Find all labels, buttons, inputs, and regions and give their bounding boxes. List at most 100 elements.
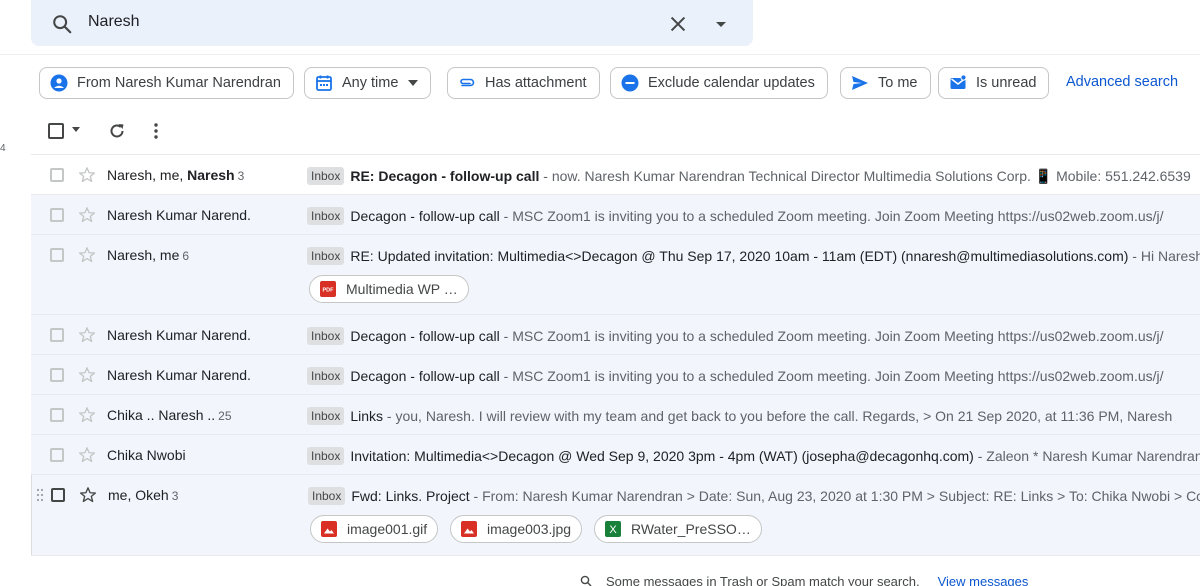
header-divider bbox=[0, 54, 1200, 55]
calendar-icon bbox=[316, 75, 332, 91]
attachment-chip[interactable]: image001.gif bbox=[310, 515, 439, 543]
search-input[interactable]: Naresh bbox=[88, 13, 140, 31]
row-checkbox[interactable] bbox=[50, 408, 64, 422]
message-row[interactable]: Chika .. Naresh .. 25 Inbox Links - you, N… bbox=[31, 394, 1200, 434]
inbox-label-badge[interactable]: Inbox bbox=[307, 407, 345, 425]
row-subject: Links bbox=[350, 408, 384, 424]
row-subject: Decagon - follow-up call bbox=[350, 208, 500, 224]
row-checkbox[interactable] bbox=[50, 328, 64, 342]
search-icon[interactable] bbox=[51, 13, 73, 35]
row-sender: Naresh Kumar Narend. bbox=[107, 327, 251, 343]
row-checkbox[interactable] bbox=[51, 488, 65, 502]
inbox-label-badge[interactable]: Inbox bbox=[307, 247, 345, 265]
row-summary: Inbox Fwd: Links. Project - From: Naresh … bbox=[308, 487, 1200, 505]
row-checkbox[interactable] bbox=[50, 448, 64, 462]
row-summary: Inbox RE: Decagon - follow-up call - now.… bbox=[307, 167, 1191, 185]
message-row[interactable]: Naresh, me 6 Inbox RE: Updated invitation:… bbox=[31, 234, 1200, 314]
search-bar[interactable]: Naresh bbox=[31, 0, 753, 46]
star-icon[interactable] bbox=[78, 446, 96, 464]
row-checkbox[interactable] bbox=[50, 248, 64, 262]
row-snippet: - you, Naresh. I will review with my tea… bbox=[383, 408, 1173, 424]
row-sender: me, Okeh 3 bbox=[108, 487, 179, 503]
message-row[interactable]: Chika Nwobi Inbox Invitation: Multimedia<… bbox=[31, 434, 1200, 474]
row-sender: Naresh, me 6 bbox=[107, 247, 190, 263]
send-icon bbox=[852, 76, 868, 90]
row-snippet: - MSC Zoom1 is inviting you to a schedul… bbox=[499, 368, 1164, 384]
row-snippet: - Hi Naresh bbox=[1128, 248, 1200, 264]
inbox-label-badge[interactable]: Inbox bbox=[307, 367, 345, 385]
filter-chip-to-me[interactable]: To me bbox=[840, 67, 931, 99]
star-icon[interactable] bbox=[78, 246, 96, 264]
row-sender: Naresh Kumar Narend. bbox=[107, 207, 251, 223]
inbox-label-badge[interactable]: Inbox bbox=[308, 487, 346, 505]
row-checkbox[interactable] bbox=[50, 168, 64, 182]
envelope-icon bbox=[950, 74, 967, 89]
attachment-chip[interactable]: PDF Multimedia WP … bbox=[309, 275, 469, 303]
notice-text: Some messages in Trash or Spam match you… bbox=[606, 574, 920, 586]
message-row[interactable]: Naresh Kumar Narend. Inbox Decagon - foll… bbox=[31, 314, 1200, 354]
clear-search-icon[interactable] bbox=[667, 13, 689, 35]
select-all-checkbox[interactable] bbox=[48, 121, 64, 139]
row-summary: Inbox Decagon - follow-up call - MSC Zoom… bbox=[307, 207, 1164, 225]
filter-chip-label: Is unread bbox=[976, 75, 1037, 91]
svg-text:X: X bbox=[609, 524, 617, 536]
search-icon bbox=[580, 575, 592, 586]
star-icon[interactable] bbox=[78, 166, 96, 184]
filter-chip-label: To me bbox=[878, 75, 918, 91]
filter-chip-label: Any time bbox=[342, 75, 399, 91]
inbox-label-badge[interactable]: Inbox bbox=[307, 167, 345, 185]
view-messages-link[interactable]: View messages bbox=[938, 574, 1029, 586]
row-checkbox[interactable] bbox=[50, 208, 64, 222]
attachment-name: image003.jpg bbox=[487, 521, 572, 537]
attachment-chip[interactable]: X RWater_PreSSO… bbox=[594, 515, 762, 543]
filter-chip-label: From Naresh Kumar Narendran bbox=[77, 75, 281, 91]
svg-text:PDF: PDF bbox=[323, 288, 335, 294]
message-row[interactable]: Naresh Kumar Narend. Inbox Decagon - foll… bbox=[31, 354, 1200, 394]
drag-handle-icon[interactable] bbox=[36, 488, 44, 502]
row-sender: Chika .. Naresh .. 25 bbox=[107, 407, 232, 423]
filter-chip-exclude-calendar[interactable]: Exclude calendar updates bbox=[610, 67, 828, 99]
row-subject: Invitation: Multimedia<>Decagon @ Wed Se… bbox=[350, 448, 974, 464]
row-subject: Decagon - follow-up call bbox=[350, 328, 500, 344]
attachment-name: RWater_PreSSO… bbox=[631, 521, 751, 537]
attachment-chip[interactable]: image003.jpg bbox=[450, 515, 583, 543]
filter-chip-any-time[interactable]: Any time bbox=[304, 67, 432, 99]
attachment-name: image001.gif bbox=[347, 521, 428, 537]
star-icon[interactable] bbox=[78, 406, 96, 424]
image-icon bbox=[461, 521, 477, 537]
row-sender: Naresh, me, Naresh 3 bbox=[107, 167, 245, 183]
list-bottom-divider bbox=[31, 555, 1200, 556]
paperclip-icon bbox=[460, 78, 475, 87]
row-snippet: - From: Naresh Kumar Narendran > Date: S… bbox=[469, 488, 1200, 504]
filter-chip-from[interactable]: From Naresh Kumar Narendran bbox=[39, 67, 294, 99]
star-icon[interactable] bbox=[78, 326, 96, 344]
row-summary: Inbox RE: Updated invitation: Multimedia<… bbox=[307, 247, 1200, 265]
row-snippet: - now. Naresh Kumar Narendran Technical … bbox=[539, 168, 1191, 184]
inbox-label-badge[interactable]: Inbox bbox=[307, 207, 345, 225]
select-dropdown-caret-icon[interactable] bbox=[71, 127, 81, 133]
filter-chip-has-attachment[interactable]: Has attachment bbox=[447, 67, 600, 99]
inbox-label-badge[interactable]: Inbox bbox=[307, 327, 345, 345]
more-options-icon[interactable] bbox=[152, 122, 160, 140]
row-snippet: - MSC Zoom1 is inviting you to a schedul… bbox=[499, 208, 1164, 224]
row-subject: Fwd: Links. Project bbox=[351, 488, 470, 504]
inbox-label-badge[interactable]: Inbox bbox=[307, 447, 345, 465]
minus-circle-icon bbox=[621, 74, 639, 92]
trash-spam-notice: Some messages in Trash or Spam match you… bbox=[580, 574, 1028, 586]
filter-chip-is-unread[interactable]: Is unread bbox=[938, 67, 1050, 99]
search-options-caret-icon[interactable] bbox=[713, 16, 729, 32]
star-icon[interactable] bbox=[78, 366, 96, 384]
image-icon bbox=[321, 521, 337, 537]
star-icon[interactable] bbox=[78, 206, 96, 224]
row-snippet: - Zaleon * Naresh Kumar Narendran bbox=[973, 448, 1200, 464]
row-snippet: - MSC Zoom1 is inviting you to a schedul… bbox=[499, 328, 1164, 344]
advanced-search-link[interactable]: Advanced search bbox=[1066, 74, 1178, 90]
message-row[interactable]: me, Okeh 3 Inbox Fwd: Links. Project - Fro… bbox=[31, 474, 1200, 555]
row-checkbox[interactable] bbox=[50, 368, 64, 382]
side-edge-mark: 4 bbox=[0, 143, 6, 154]
star-icon[interactable] bbox=[79, 486, 97, 504]
refresh-icon[interactable] bbox=[108, 122, 126, 140]
message-row[interactable]: Naresh, me, Naresh 3 Inbox RE: Decagon - f… bbox=[31, 154, 1200, 194]
message-row[interactable]: Naresh Kumar Narend. Inbox Decagon - foll… bbox=[31, 194, 1200, 234]
row-subject: RE: Decagon - follow-up call bbox=[350, 168, 540, 184]
